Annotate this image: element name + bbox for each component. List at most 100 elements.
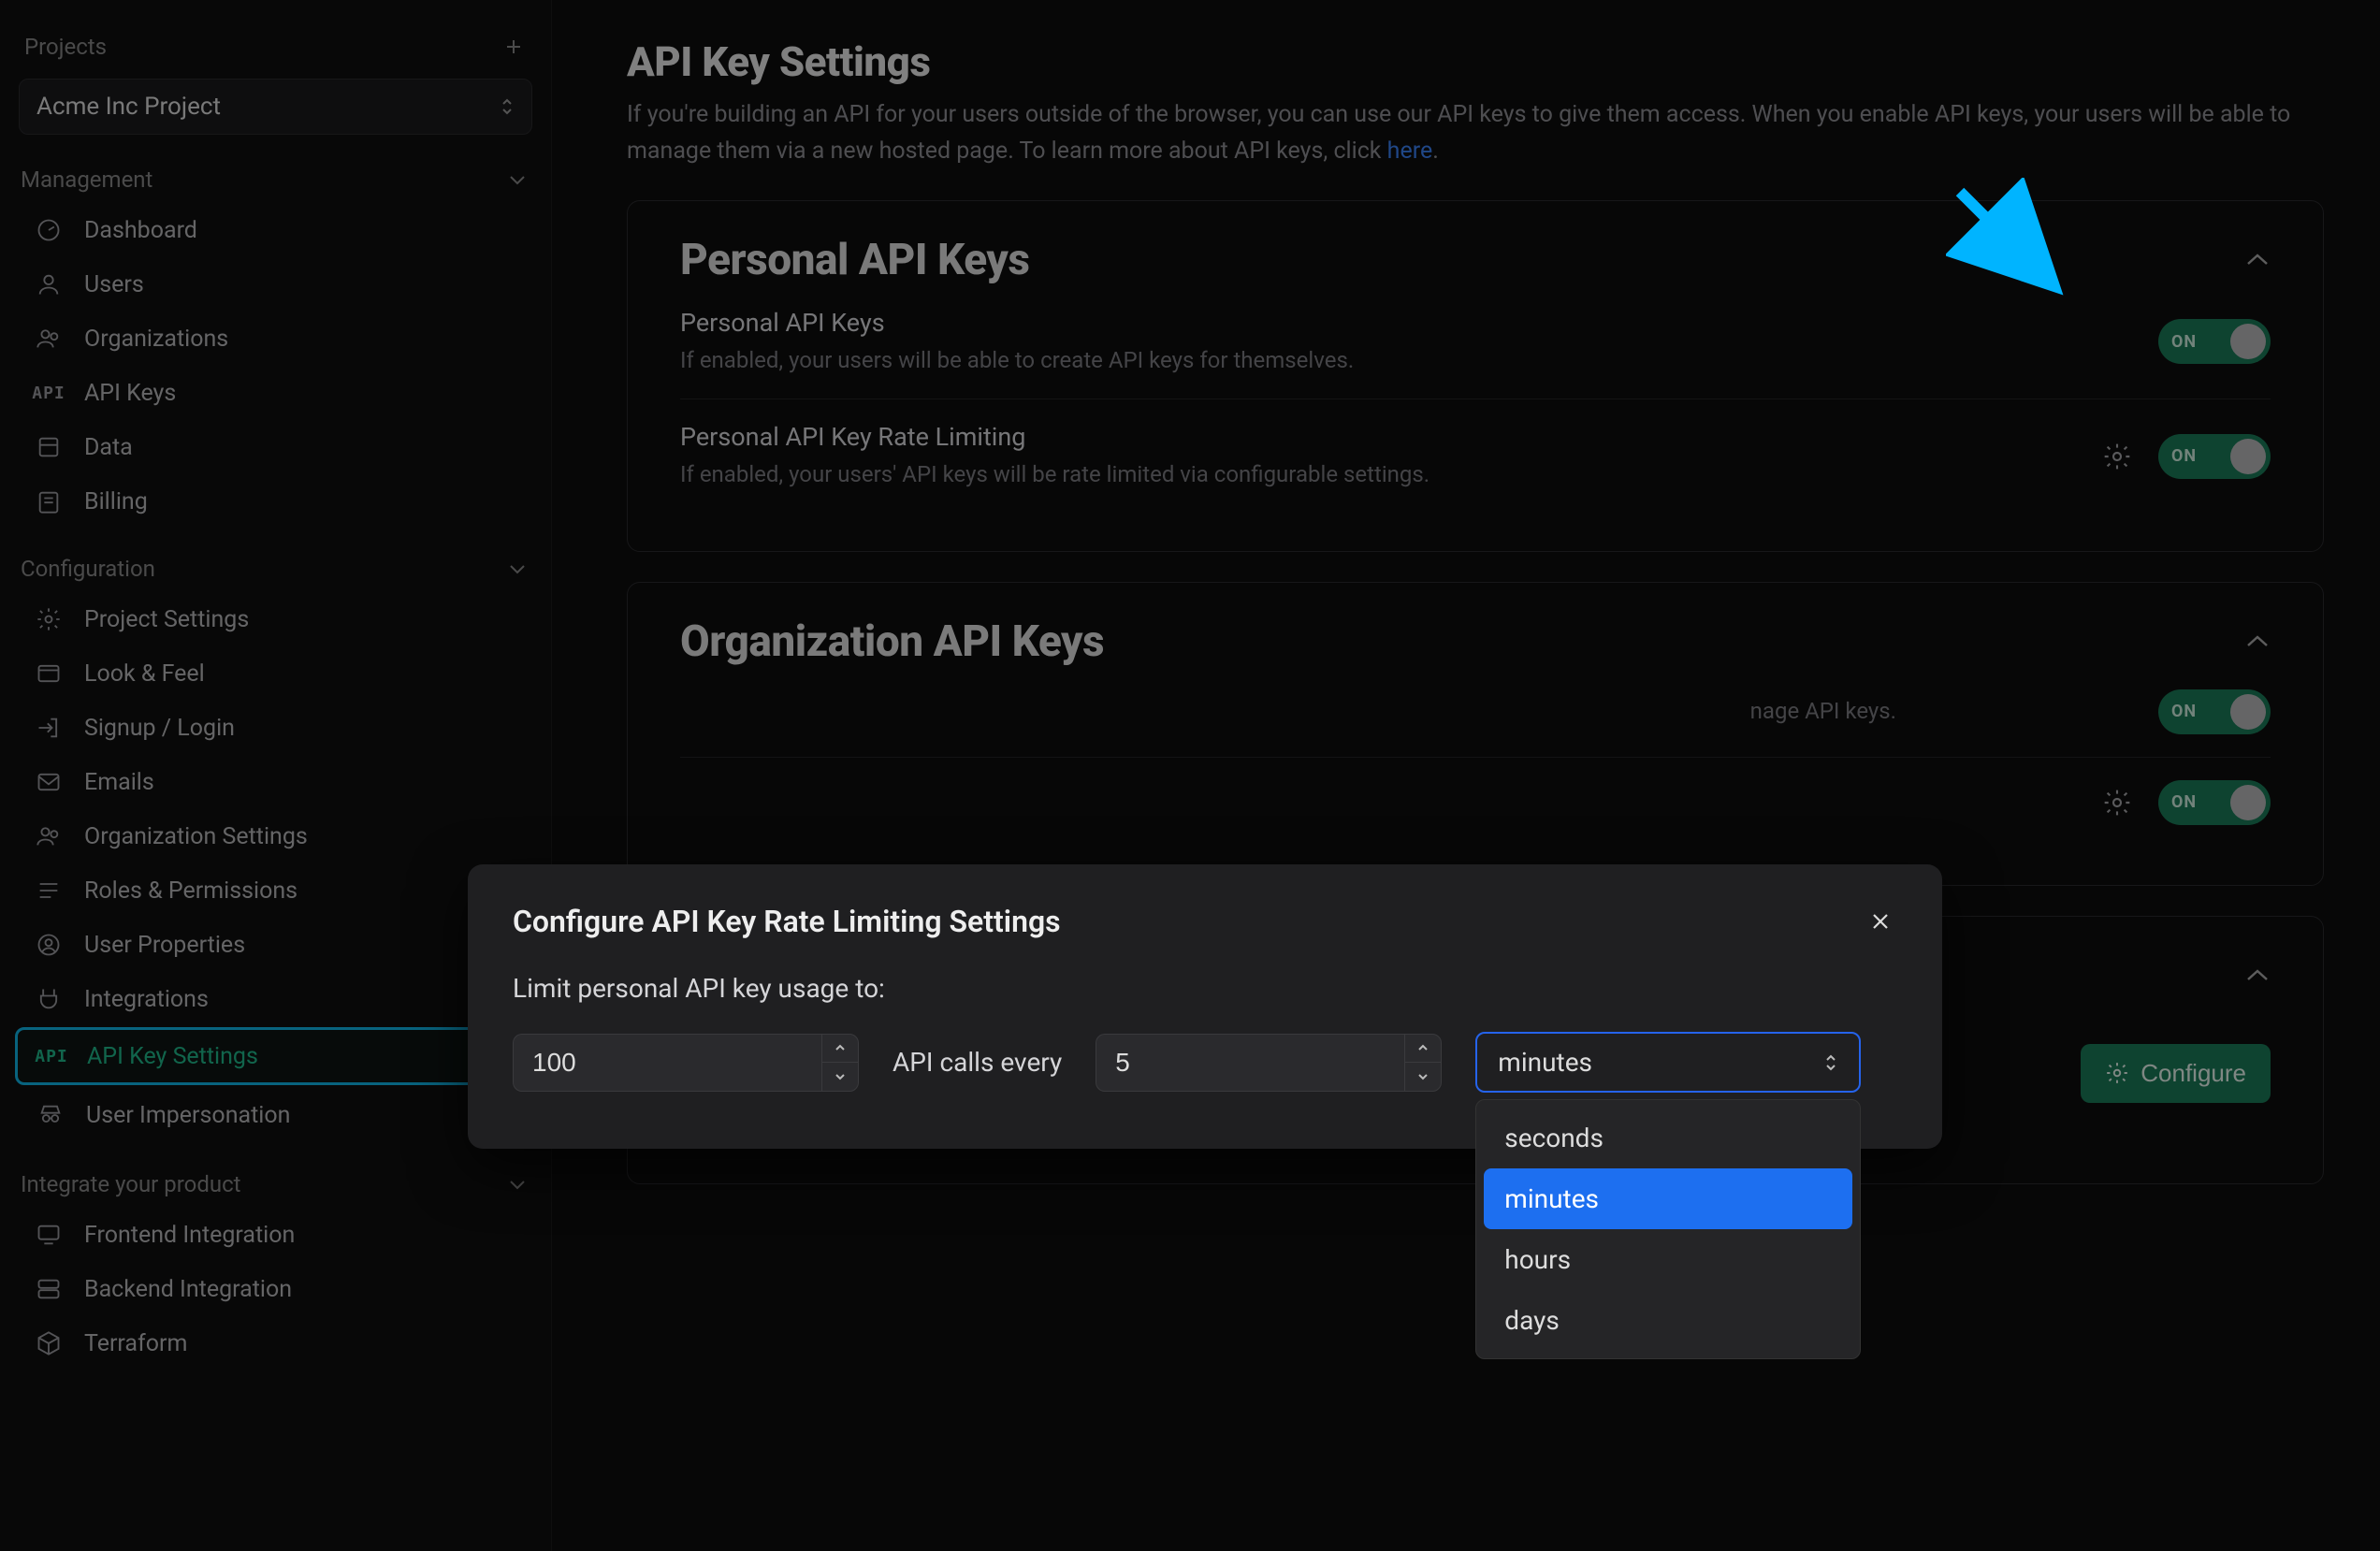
gear-icon[interactable] [2100,440,2134,473]
sidebar-item-user-impersonation[interactable]: User Impersonation [15,1087,536,1143]
group-configuration-label: Configuration [21,556,155,582]
interval-input[interactable] [1096,1034,1404,1092]
modal-title: Configure API Key Rate Limiting Settings [513,904,1061,939]
page-title: API Key Settings [627,37,2324,86]
toggle-knob [2230,785,2266,820]
configure-button[interactable]: Configure [2081,1044,2271,1103]
toggle-knob [2230,439,2266,474]
projects-label: Projects [24,34,107,60]
group-management-label: Management [21,167,152,193]
sidebar-item-billing[interactable]: Billing [15,475,536,528]
add-project-button[interactable] [501,34,527,60]
sidebar-item-user-properties[interactable]: User Properties [15,919,536,971]
toggle-knob [2230,694,2266,730]
dropdown-option-days[interactable]: days [1484,1290,1852,1351]
sidebar-item-project-settings[interactable]: Project Settings [15,593,536,645]
sidebar-item-label: Roles & Permissions [84,877,298,905]
chevron-up-icon[interactable] [2244,251,2271,269]
group-integrate-label: Integrate your product [21,1171,241,1197]
interval-stepper[interactable] [1404,1034,1442,1092]
sidebar-item-api-keys[interactable]: API API Keys [15,367,536,419]
users-icon [34,821,64,851]
toggle-personal-keys[interactable]: ON [2158,319,2271,364]
sidebar-item-api-key-settings[interactable]: API API Key Settings [15,1027,536,1085]
toggle-knob [2230,324,2266,359]
sidebar-item-backend-integration[interactable]: Backend Integration [15,1263,536,1315]
setting-desc: If enabled, your users' API keys will be… [680,459,1429,491]
sidebar-item-dashboard[interactable]: Dashboard [15,204,536,256]
sidebar: Projects Acme Inc Project Management Das… [0,0,552,1551]
billing-icon [34,486,64,516]
dropdown-option-hours[interactable]: hours [1484,1229,1852,1290]
sidebar-item-label: Users [84,271,144,298]
count-input-wrap [513,1034,859,1092]
setting-row-org: nage API keys. ON [680,667,2271,758]
cube-icon [34,1328,64,1358]
server-icon [34,1274,64,1304]
sidebar-item-organization-settings[interactable]: Organization Settings [15,810,536,862]
step-up-icon[interactable] [1405,1035,1441,1064]
toggle-label: ON [2171,792,2197,812]
card-title: Organization API Keys [680,616,1104,667]
dropdown-option-minutes[interactable]: minutes [1484,1168,1852,1229]
chevron-updown-icon [1823,1052,1838,1073]
sidebar-item-signup-login[interactable]: Signup / Login [15,702,536,754]
toggle-label: ON [2171,702,2197,721]
setting-desc-partial: nage API keys. [680,696,1896,728]
sidebar-item-label: Data [84,434,133,461]
sidebar-item-label: Dashboard [84,217,197,244]
plug-icon [34,984,64,1014]
sidebar-item-label: API Key Settings [87,1043,258,1070]
sidebar-item-frontend-integration[interactable]: Frontend Integration [15,1209,536,1261]
incognito-icon [36,1100,65,1130]
step-down-icon[interactable] [1405,1063,1441,1091]
unit-selected: minutes [1498,1047,1592,1078]
toggle-org-rate[interactable]: ON [2158,780,2271,825]
sidebar-item-label: Integrations [84,986,209,1013]
dropdown-option-seconds[interactable]: seconds [1484,1108,1852,1168]
close-icon[interactable] [1864,905,1897,938]
toggle-label: ON [2171,446,2197,466]
sidebar-item-integrations[interactable]: Integrations [15,973,536,1025]
sidebar-item-data[interactable]: Data [15,421,536,473]
chevron-down-icon[interactable] [508,1178,527,1191]
chevron-up-icon[interactable] [2244,632,2271,651]
count-stepper[interactable] [821,1034,859,1092]
learn-more-link[interactable]: here [1387,138,1433,165]
personal-api-keys-card: Personal API Keys Personal API Keys If e… [627,200,2324,552]
step-up-icon[interactable] [822,1035,858,1064]
gear-icon [34,604,64,634]
setting-title: Personal API Key Rate Limiting [680,422,1429,452]
project-selected-name: Acme Inc Project [36,93,221,121]
project-selector[interactable]: Acme Inc Project [19,79,532,135]
toggle-org-keys[interactable]: ON [2158,689,2271,734]
chevron-up-icon[interactable] [2244,966,2271,985]
setting-row-rate-limiting: Personal API Key Rate Limiting If enable… [680,399,2271,514]
rate-limit-modal: Configure API Key Rate Limiting Settings… [468,864,1942,1149]
sidebar-item-label: User Impersonation [86,1102,290,1129]
unit-dropdown: seconds minutes hours days [1475,1099,1861,1359]
step-down-icon[interactable] [822,1063,858,1091]
chevron-down-icon[interactable] [508,562,527,575]
setting-title: Personal API Keys [680,308,1354,338]
sidebar-item-terraform[interactable]: Terraform [15,1317,536,1370]
unit-select[interactable]: minutes [1475,1032,1861,1093]
sidebar-item-label: Look & Feel [84,660,205,688]
sidebar-item-label: Organization Settings [84,823,308,850]
sidebar-item-organizations[interactable]: Organizations [15,312,536,365]
sidebar-item-emails[interactable]: Emails [15,756,536,808]
chevron-down-icon[interactable] [508,173,527,186]
toggle-rate-limiting[interactable]: ON [2158,434,2271,479]
sidebar-item-users[interactable]: Users [15,258,536,311]
setting-row-org-2: ON [680,758,2271,848]
data-icon [34,432,64,462]
sidebar-item-roles[interactable]: Roles & Permissions [15,864,536,917]
monitor-icon [34,1220,64,1250]
sidebar-item-label: Organizations [84,326,228,353]
count-input[interactable] [513,1034,821,1092]
gear-icon[interactable] [2100,786,2134,819]
sidebar-item-label: User Properties [84,932,245,959]
sidebar-item-label: Backend Integration [84,1276,292,1303]
sidebar-item-look-feel[interactable]: Look & Feel [15,647,536,700]
sidebar-item-label: Terraform [84,1330,187,1357]
